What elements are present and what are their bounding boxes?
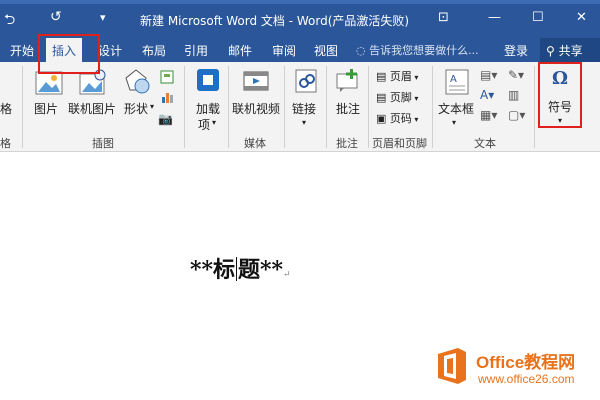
text-cursor [236, 257, 238, 281]
object-icon[interactable]: ▢▾ [508, 108, 525, 122]
ribbon-separator [534, 66, 535, 148]
header-button[interactable]: ▤ 页眉 ▾ [376, 68, 418, 84]
ribbon-separator [432, 66, 433, 148]
ribbon-separator [284, 66, 285, 148]
tab-review[interactable]: 审阅 [272, 42, 296, 59]
smartart-icon[interactable] [160, 70, 174, 84]
document-text-before-cursor: **标 [190, 257, 236, 283]
lightbulb-icon: ◌ [356, 44, 370, 57]
table-button-label[interactable]: 格 [0, 100, 12, 117]
watermark-url: www.office26.com [478, 372, 575, 386]
person-icon: ⚲ [546, 44, 559, 58]
page-number-button[interactable]: ▣ 页码 ▾ [376, 110, 418, 126]
chart-icon[interactable] [160, 90, 174, 104]
chevron-down-icon: ▾ [411, 73, 419, 82]
screenshot-icon[interactable]: 📷 [158, 112, 173, 126]
group-label-table: 格 [0, 137, 11, 150]
tab-mailings[interactable]: 邮件 [228, 42, 252, 59]
addins-button-line2: 项 [198, 118, 211, 132]
chevron-down-icon[interactable]: ▾ [150, 102, 154, 111]
link-icon[interactable] [294, 68, 320, 94]
redo-icon[interactable]: ↺ [50, 9, 62, 25]
dropcap-icon[interactable]: ▦▾ [480, 108, 497, 122]
ribbon-separator [326, 66, 327, 148]
tab-view[interactable]: 视图 [314, 42, 338, 59]
page-number-icon: ▣ [376, 112, 390, 125]
chevron-down-icon[interactable]: ▾ [452, 118, 456, 127]
store-icon[interactable] [196, 68, 220, 92]
textbox-icon[interactable]: A [444, 68, 470, 96]
shapes-button[interactable]: 形状 [124, 100, 148, 117]
maximize-icon[interactable]: ☐ [532, 10, 544, 25]
close-icon[interactable]: ✕ [576, 10, 587, 25]
watermark-title: Office教程网 [476, 353, 576, 372]
shapes-icon[interactable] [122, 68, 152, 98]
ribbon-insert: 格 格 图片 联机图片 形状 ▾ 📷 插图 加载 项 ▾ 联机视频 媒体 链接 … [0, 62, 600, 152]
title-bar-strip [0, 0, 600, 4]
tell-me-text: 告诉我您想要做什么... [369, 44, 479, 57]
tab-home[interactable]: 开始 [10, 42, 34, 59]
addins-button[interactable]: 加载 [196, 100, 220, 117]
paragraph-mark: ↵ [283, 270, 291, 280]
tab-design[interactable]: 设计 [98, 42, 122, 59]
chevron-down-icon[interactable]: ▾ [302, 118, 306, 127]
group-label-text: 文本 [474, 137, 496, 150]
sign-in-link[interactable]: 登录 [504, 42, 528, 59]
title-bar: ⮌ ↺ ▾ 新建 Microsoft Word 文档 - Word(产品激活失败… [0, 0, 600, 38]
online-video-button[interactable]: 联机视频 [232, 100, 280, 117]
page-number-label: 页码 [389, 112, 412, 125]
online-video-icon[interactable] [242, 68, 272, 96]
share-label: 共享 [558, 44, 583, 58]
group-label-media: 媒体 [244, 137, 266, 150]
tab-references[interactable]: 引用 [184, 42, 208, 59]
chevron-down-icon: ▾ [411, 94, 419, 103]
ribbon-separator [184, 66, 185, 148]
minimize-icon[interactable]: — [488, 10, 501, 25]
new-comment-button[interactable]: 批注 [336, 100, 360, 117]
header-icon: ▤ [376, 70, 390, 83]
quick-access-menu-icon[interactable]: ▾ [100, 11, 106, 24]
ribbon-display-options-icon[interactable]: ⊡ [438, 10, 449, 25]
document-text-after-cursor: 题** [238, 257, 284, 283]
window-title: 新建 Microsoft Word 文档 - Word(产品激活失败) [140, 14, 410, 28]
comment-icon[interactable] [334, 68, 362, 94]
footer-icon: ▤ [376, 91, 390, 104]
footer-button[interactable]: ▤ 页脚 ▾ [376, 89, 418, 105]
ribbon-separator [22, 66, 23, 148]
share-button[interactable]: ⚲ 共享 [540, 38, 600, 62]
wordart-icon[interactable]: A▾ [480, 88, 494, 102]
ribbon-separator [228, 66, 229, 148]
document-canvas[interactable]: **标 题**↵ Office教程网 www.office26.com [0, 152, 600, 400]
online-picture-button[interactable]: 联机图片 [68, 100, 116, 117]
group-label-header-footer: 页眉和页脚 [372, 137, 427, 150]
tab-layout[interactable]: 布局 [142, 42, 166, 59]
picture-button[interactable]: 图片 [34, 100, 58, 117]
chevron-down-icon: ▾ [411, 115, 419, 124]
svg-text:A: A [450, 74, 457, 85]
signature-line-icon[interactable]: ✎▾ [508, 68, 524, 82]
group-label-illustrations: 插图 [92, 137, 114, 150]
highlight-symbol-button [538, 62, 582, 128]
link-button[interactable]: 链接 [292, 100, 316, 117]
highlight-insert-tab [38, 34, 100, 74]
quick-parts-icon[interactable]: ▤▾ [480, 68, 497, 82]
date-time-icon[interactable]: ▥ [508, 88, 519, 102]
office-logo-icon [438, 348, 466, 384]
document-paragraph[interactable]: **标 题**↵ [190, 252, 291, 284]
group-label-comments: 批注 [336, 137, 358, 150]
header-label: 页眉 [389, 70, 412, 83]
undo-icon[interactable]: ⮌ [4, 9, 15, 33]
footer-label: 页脚 [389, 91, 412, 104]
tell-me-search[interactable]: ◌ 告诉我您想要做什么... [356, 42, 479, 58]
textbox-button[interactable]: 文本框 [438, 100, 474, 117]
ribbon-separator [368, 66, 369, 148]
chevron-down-icon[interactable]: ▾ [212, 118, 216, 127]
